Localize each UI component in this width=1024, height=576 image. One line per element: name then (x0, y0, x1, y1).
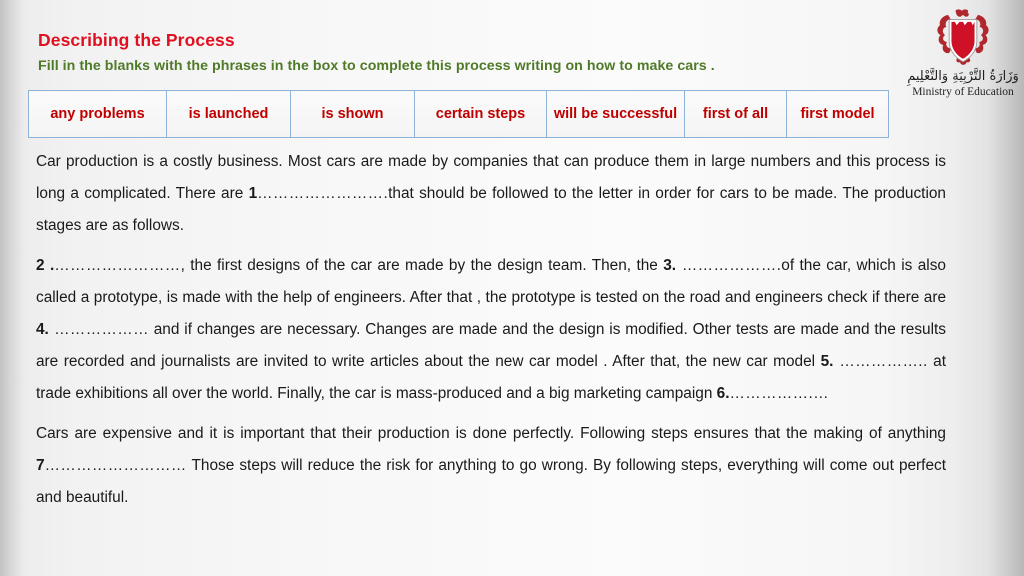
phrase-cell-first-model[interactable]: first model (786, 90, 889, 138)
phrase-cell-certain-steps[interactable]: certain steps (414, 90, 547, 138)
phrase-cell-is-launched[interactable]: is launched (166, 90, 291, 138)
table-row: any problems is launched is shown certai… (28, 90, 889, 138)
ministry-of-education-logo: وَزَارَةُ التَّرْبِيَةِ وَالتَّعْلِيمِ M… (906, 6, 1020, 114)
instructions-text: Fill in the blanks with the phrases in t… (38, 58, 715, 74)
page-title: Describing the Process (38, 30, 235, 50)
phrase-cell-first-of-all[interactable]: first of all (684, 90, 787, 138)
bahrain-crest-icon (937, 9, 989, 65)
phrase-cell-is-shown[interactable]: is shown (290, 90, 415, 138)
logo-arabic-text: وَزَارَةُ التَّرْبِيَةِ وَالتَّعْلِيمِ (907, 69, 1019, 84)
paragraph-3: Cars are expensive and it is important t… (36, 425, 946, 506)
phrase-cell-any-problems[interactable]: any problems (28, 90, 167, 138)
phrase-cell-will-be-successful[interactable]: will be successful (546, 90, 685, 138)
paragraph-2: 2 .……………………, the first designs of the ca… (36, 257, 947, 402)
worksheet-body: Car production is a costly business. Mos… (36, 146, 946, 514)
logo-english-text: Ministry of Education (912, 86, 1014, 99)
phrase-box-table: any problems is launched is shown certai… (28, 90, 889, 138)
left-edge-shading (0, 0, 24, 576)
paragraph-1: Car production is a costly business. Mos… (36, 153, 946, 234)
slide-canvas: وَزَارَةُ التَّرْبِيَةِ وَالتَّعْلِيمِ M… (0, 0, 1024, 576)
